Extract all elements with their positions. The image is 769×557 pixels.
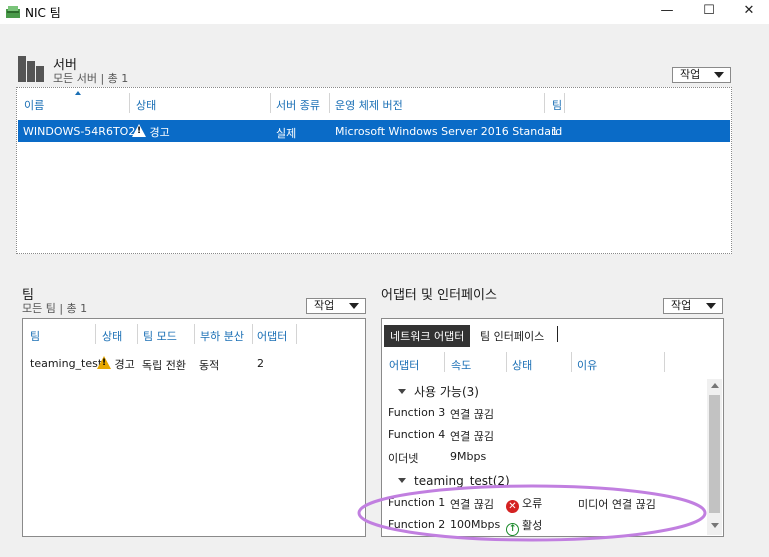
server-icon (18, 56, 44, 82)
col-separator (564, 93, 565, 113)
adapter-name: 이더넷 (388, 452, 419, 465)
warning-icon (132, 124, 146, 137)
scrollbar-thumb[interactable] (709, 395, 720, 513)
chevron-down-icon (349, 303, 359, 309)
team-mode-cell: 독립 전환 (142, 359, 186, 372)
col-header-team[interactable]: 팀 (30, 328, 40, 344)
col-separator (444, 352, 445, 372)
adapter-name: Function 4 (388, 428, 446, 441)
sort-ascending-icon (75, 91, 81, 95)
adapters-tasks-button[interactable]: 작업 (663, 298, 723, 314)
server-os-cell: Microsoft Windows Server 2016 Standard (335, 125, 563, 138)
collapse-triangle-icon (398, 389, 406, 394)
col-separator (252, 324, 253, 344)
minimize-button[interactable]: — (647, 0, 687, 24)
adapters-section-title: 어댑터 및 인터페이스 (381, 288, 497, 303)
col-header-adapter[interactable]: 어댑터 (389, 357, 419, 373)
col-header-team-status[interactable]: 상태 (102, 328, 122, 344)
col-header-os-version[interactable]: 운영 체제 버전 (335, 97, 403, 113)
col-separator (194, 324, 195, 344)
tab-network-adapters[interactable]: 네트워크 어댑터 (384, 325, 471, 347)
team-name-cell: teaming_test (30, 357, 103, 370)
server-status-cell: 경고 (132, 124, 170, 140)
table-row-server[interactable]: WINDOWS-54R6TO2 경고 실제 Microsoft Windows … (18, 120, 730, 142)
team-lb-cell: 동적 (199, 359, 220, 372)
chevron-down-icon (706, 303, 716, 309)
tab-team-interfaces[interactable]: 팀 인터페이스 (480, 328, 544, 344)
col-separator (129, 93, 130, 113)
col-separator (137, 324, 138, 344)
teams-section-subtitle: 모든 팀 | 총 1 (22, 302, 88, 315)
col-header-speed[interactable]: 속도 (451, 357, 471, 373)
title-bar: NIC 팀 — ☐ ✕ (0, 0, 769, 24)
col-separator (95, 324, 96, 344)
server-name-cell: WINDOWS-54R6TO2 (23, 125, 136, 138)
scroll-up-arrow-icon[interactable] (711, 383, 719, 388)
chevron-down-icon (714, 72, 724, 78)
scroll-down-arrow-icon[interactable] (711, 523, 719, 528)
col-header-reason[interactable]: 이유 (577, 357, 597, 373)
col-header-adapters[interactable]: 어댑터 (257, 328, 287, 344)
col-separator (296, 324, 297, 344)
nic-team-app-icon (6, 6, 20, 18)
col-header-status[interactable]: 상태 (136, 97, 156, 113)
tab-divider (557, 326, 558, 342)
servers-section-subtitle: 모든 서버 | 총 1 (53, 72, 129, 85)
servers-tasks-button[interactable]: 작업 (672, 67, 731, 83)
warning-icon (97, 356, 111, 369)
team-status-cell: 경고 (97, 356, 135, 372)
col-header-server-type[interactable]: 서버 종류 (276, 97, 320, 113)
vertical-scrollbar[interactable] (707, 379, 722, 535)
col-separator (544, 93, 545, 113)
window-title: NIC 팀 (25, 6, 61, 20)
team-status-text: 경고 (114, 358, 135, 371)
col-separator (664, 352, 665, 372)
teams-tasks-label: 작업 (314, 299, 335, 312)
servers-tasks-label: 작업 (680, 68, 701, 81)
team-adapters-cell: 2 (257, 357, 264, 370)
maximize-button[interactable]: ☐ (689, 0, 729, 24)
server-teams-cell: 1 (551, 125, 558, 138)
teams-panel: 팀 상태 팀 모드 부하 분산 어댑터 teaming_test 경고 독립 전… (22, 318, 366, 537)
adapter-speed: 9Mbps (450, 450, 487, 463)
adapter-speed: 연결 끊김 (450, 408, 494, 421)
group-header-available[interactable]: 사용 가능(3) (398, 383, 479, 400)
col-separator (329, 93, 330, 113)
col-header-name[interactable]: 이름 (24, 97, 44, 113)
adapters-tasks-label: 작업 (671, 299, 692, 312)
server-status-text: 경고 (149, 126, 170, 139)
table-row-team[interactable]: teaming_test 경고 독립 전환 동적 2 (24, 353, 364, 375)
close-button[interactable]: ✕ (729, 0, 769, 24)
servers-panel: 이름 상태 서버 종류 운영 체제 버전 팀 WINDOWS-54R6TO2 경… (16, 87, 732, 254)
col-header-team-mode[interactable]: 팀 모드 (143, 328, 177, 344)
adapter-speed: 연결 끊김 (450, 430, 494, 443)
list-item[interactable]: Function 4 연결 끊김 (383, 425, 708, 445)
col-separator (571, 352, 572, 372)
col-separator (270, 93, 271, 113)
server-type-cell: 실제 (276, 127, 297, 140)
col-header-load-balancing[interactable]: 부하 분산 (200, 328, 244, 344)
col-header-teams[interactable]: 팀 (552, 97, 562, 113)
col-header-state[interactable]: 상태 (512, 357, 532, 373)
group-label-available: 사용 가능(3) (414, 385, 479, 399)
highlight-ellipse-annotation (357, 484, 707, 542)
col-separator (506, 352, 507, 372)
list-item[interactable]: Function 3 연결 끊김 (383, 403, 708, 423)
adapter-name: Function 3 (388, 406, 446, 419)
teams-tasks-button[interactable]: 작업 (306, 298, 366, 314)
list-item[interactable]: 이더넷 9Mbps (383, 447, 708, 467)
